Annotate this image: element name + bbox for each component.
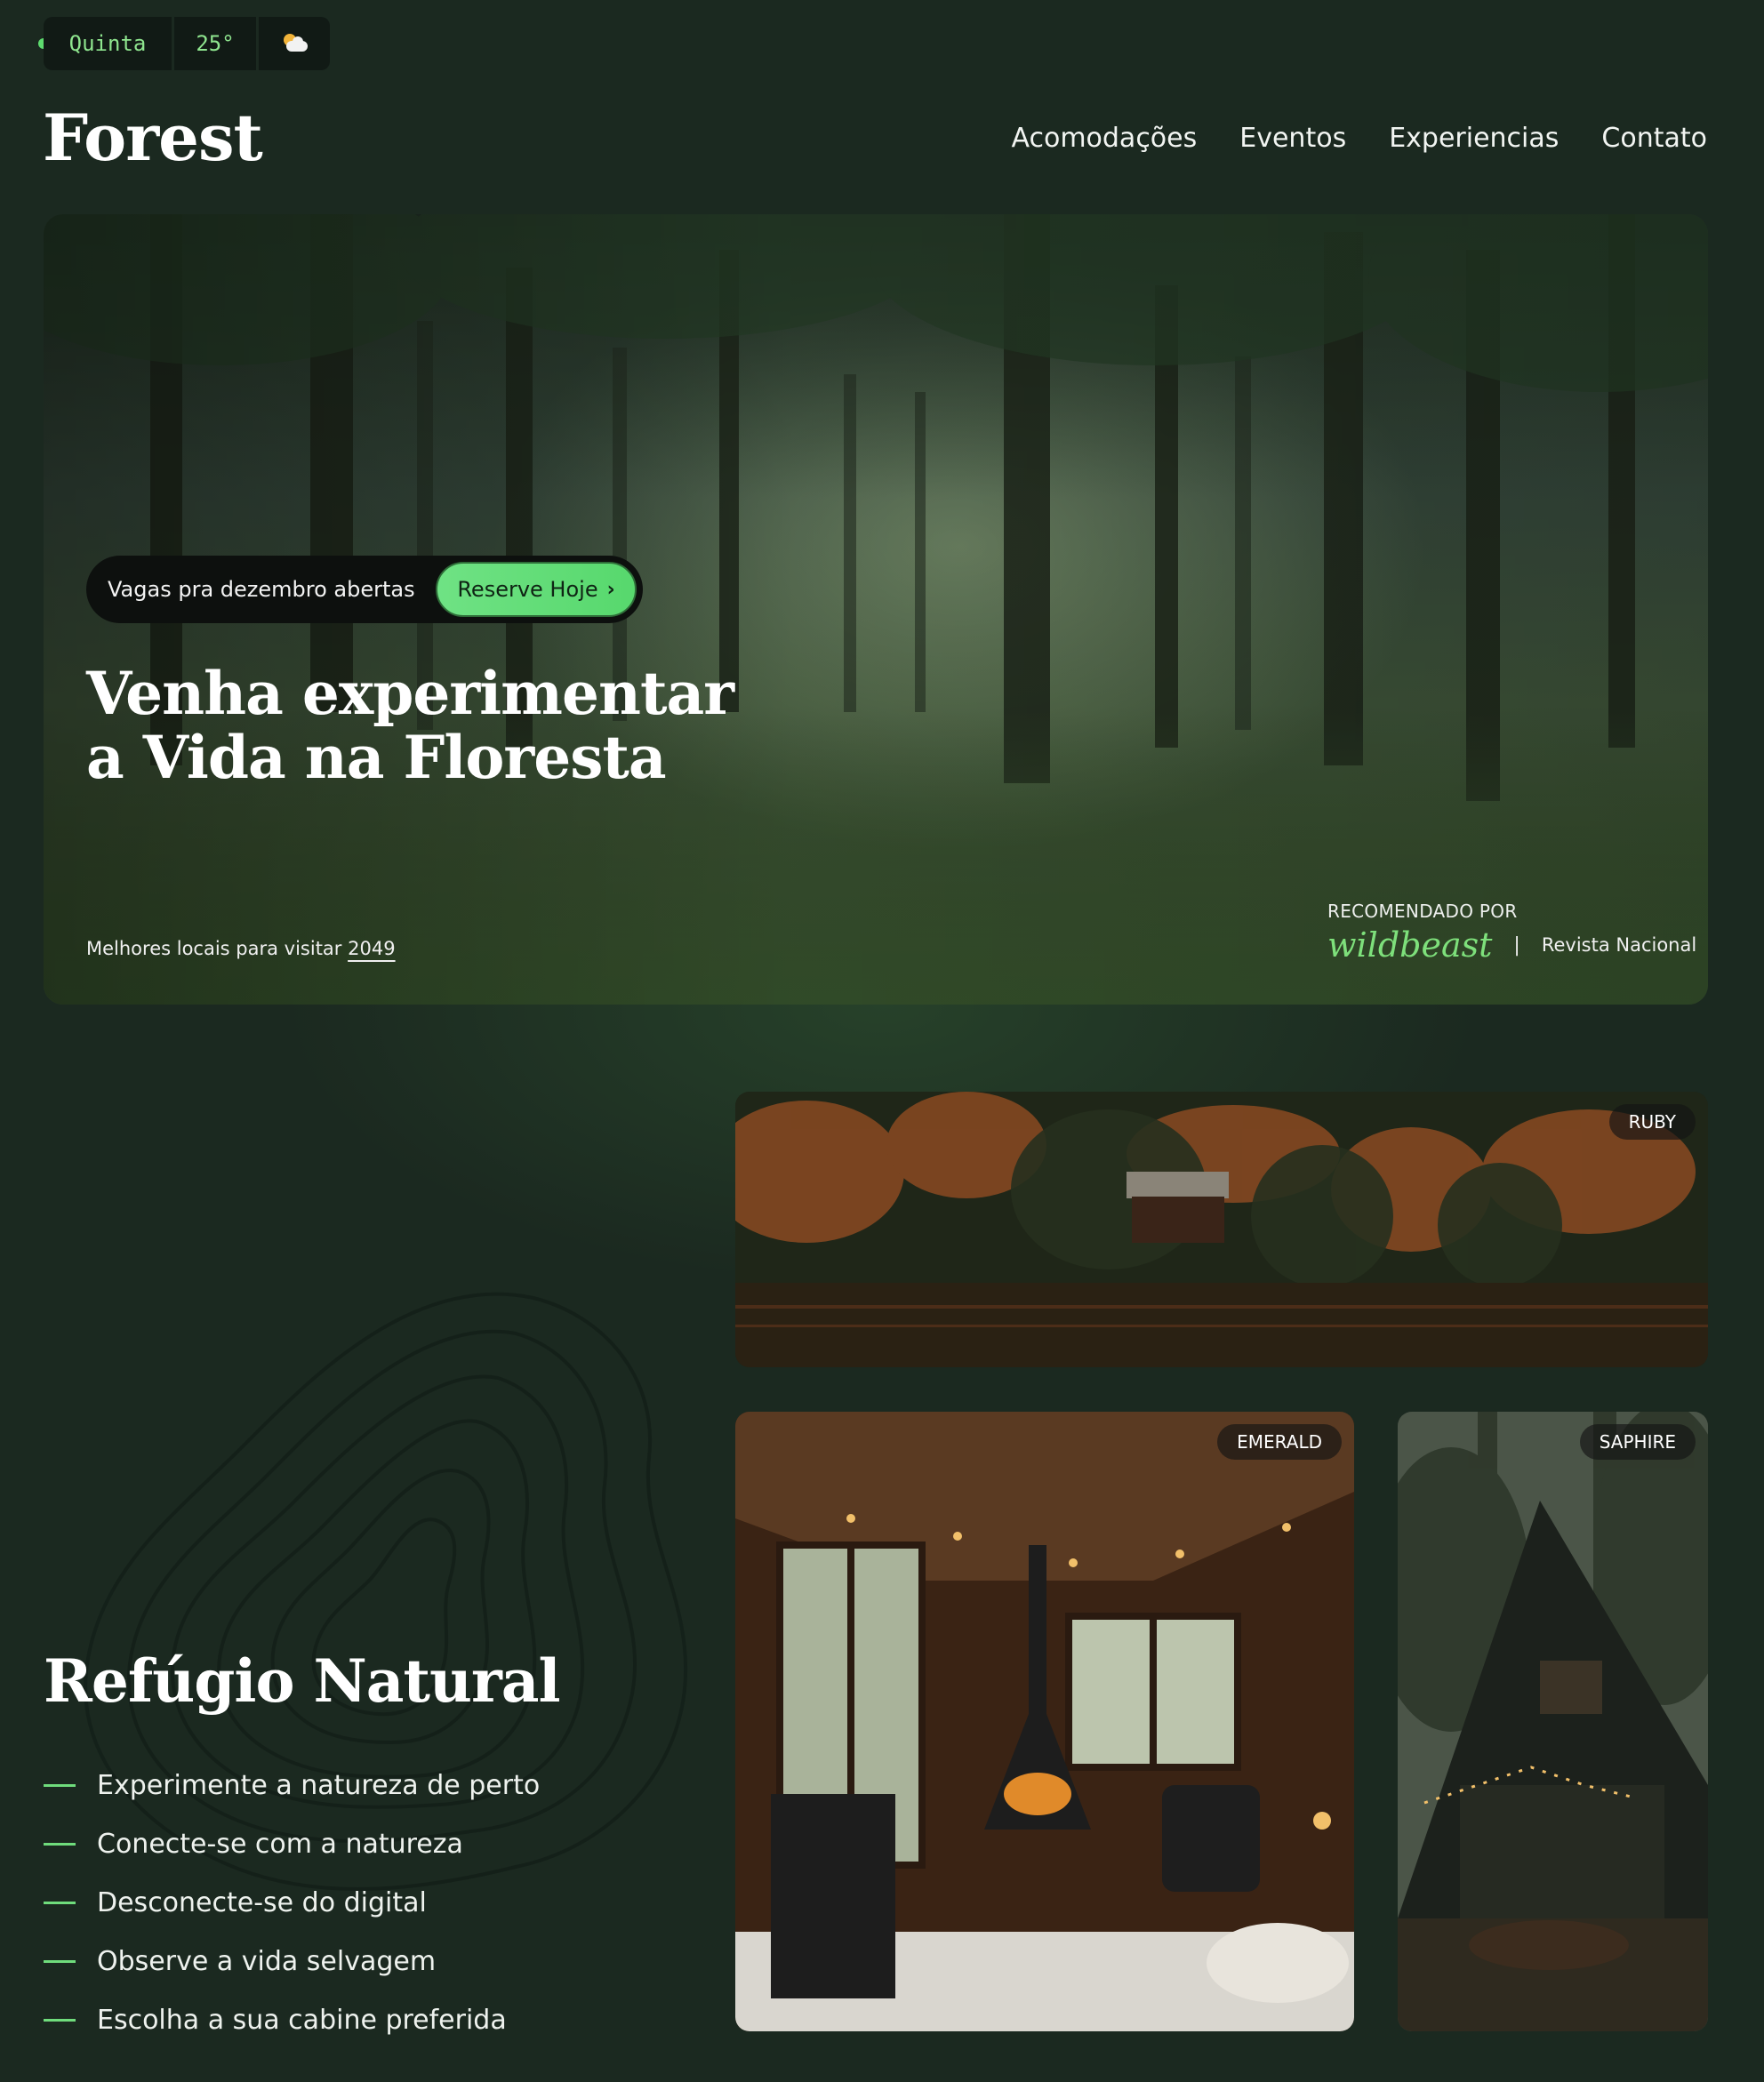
site-logo[interactable]: Forest — [43, 100, 263, 175]
nav-link-acomodacoes[interactable]: Acomodações — [1011, 123, 1197, 154]
features-list: Experimente a natureza de perto Conecte-… — [44, 1756, 540, 2049]
weekday-label: Quinta — [44, 17, 174, 70]
recommended-magazine: Revista Nacional — [1541, 934, 1697, 956]
section-title: Refúgio Natural — [44, 1646, 561, 1716]
hero-footer: Melhores locais para visitar 2049 — [86, 938, 396, 959]
recommended-label: RECOMENDADO POR — [1327, 901, 1518, 922]
list-item: Escolha a sua cabine preferida — [44, 1990, 540, 2049]
hero-footer-text: Melhores locais para visitar — [86, 938, 342, 959]
dash-bullet-icon — [44, 1842, 76, 1846]
emerald-cabin-image — [735, 1412, 1354, 2031]
cabin-card-ruby[interactable]: RUBY — [735, 1092, 1708, 1367]
booking-announcement: Vagas pra dezembro abertas Reserve Hoje … — [86, 556, 643, 623]
weather-widget: Quinta 25° — [44, 17, 330, 70]
main-nav: Acomodações Eventos Experiencias Contato — [1011, 123, 1707, 154]
cabin-card-saphire[interactable]: SAPHIRE — [1398, 1412, 1708, 2031]
temperature-label: 25° — [174, 17, 259, 70]
feature-text: Observe a vida selvagem — [97, 1945, 437, 1977]
partly-cloudy-icon — [259, 17, 330, 70]
hero-footer-year-link[interactable]: 2049 — [348, 938, 395, 959]
reserve-button-label: Reserve Hoje — [457, 577, 598, 602]
dash-bullet-icon — [44, 1783, 76, 1787]
nav-link-experiencias[interactable]: Experiencias — [1389, 123, 1559, 154]
list-item: Conecte-se com a natureza — [44, 1814, 540, 1873]
booking-announcement-text: Vagas pra dezembro abertas — [108, 577, 415, 602]
chevron-right-icon: › — [606, 578, 615, 601]
cabin-tag-emerald: EMERALD — [1217, 1424, 1342, 1460]
list-item: Experimente a natureza de perto — [44, 1756, 540, 1814]
hero-title-line-1: Venha experimentar — [86, 659, 734, 728]
wildbeast-logo: wildbeast — [1327, 925, 1493, 965]
saphire-cabin-image — [1398, 1412, 1708, 2031]
cabin-tag-ruby: RUBY — [1608, 1104, 1696, 1140]
feature-text: Escolha a sua cabine preferida — [97, 2004, 507, 2036]
recommended-separator: | — [1513, 933, 1520, 957]
recommended-by: wildbeast | Revista Nacional — [1327, 925, 1696, 965]
reserve-button[interactable]: Reserve Hoje › — [436, 562, 637, 617]
feature-text: Desconecte-se do digital — [97, 1886, 427, 1918]
list-item: Desconecte-se do digital — [44, 1873, 540, 1932]
ruby-cabin-image — [735, 1092, 1708, 1367]
feature-text: Experimente a natureza de perto — [97, 1769, 541, 1801]
hero-title: Venha experimentar a Vida na Floresta — [86, 661, 762, 789]
hero-title-line-2: a Vida na Floresta — [86, 723, 667, 792]
dash-bullet-icon — [44, 1959, 76, 1963]
list-item: Observe a vida selvagem — [44, 1932, 540, 1990]
hero-banner: Vagas pra dezembro abertas Reserve Hoje … — [44, 214, 1708, 1005]
nav-link-eventos[interactable]: Eventos — [1239, 123, 1346, 154]
nav-link-contato[interactable]: Contato — [1601, 123, 1707, 154]
cabin-tag-saphire: SAPHIRE — [1579, 1424, 1696, 1460]
dash-bullet-icon — [44, 1901, 76, 1904]
cabin-card-emerald[interactable]: EMERALD — [735, 1412, 1354, 2031]
dash-bullet-icon — [44, 2018, 76, 2022]
feature-text: Conecte-se com a natureza — [97, 1828, 463, 1860]
